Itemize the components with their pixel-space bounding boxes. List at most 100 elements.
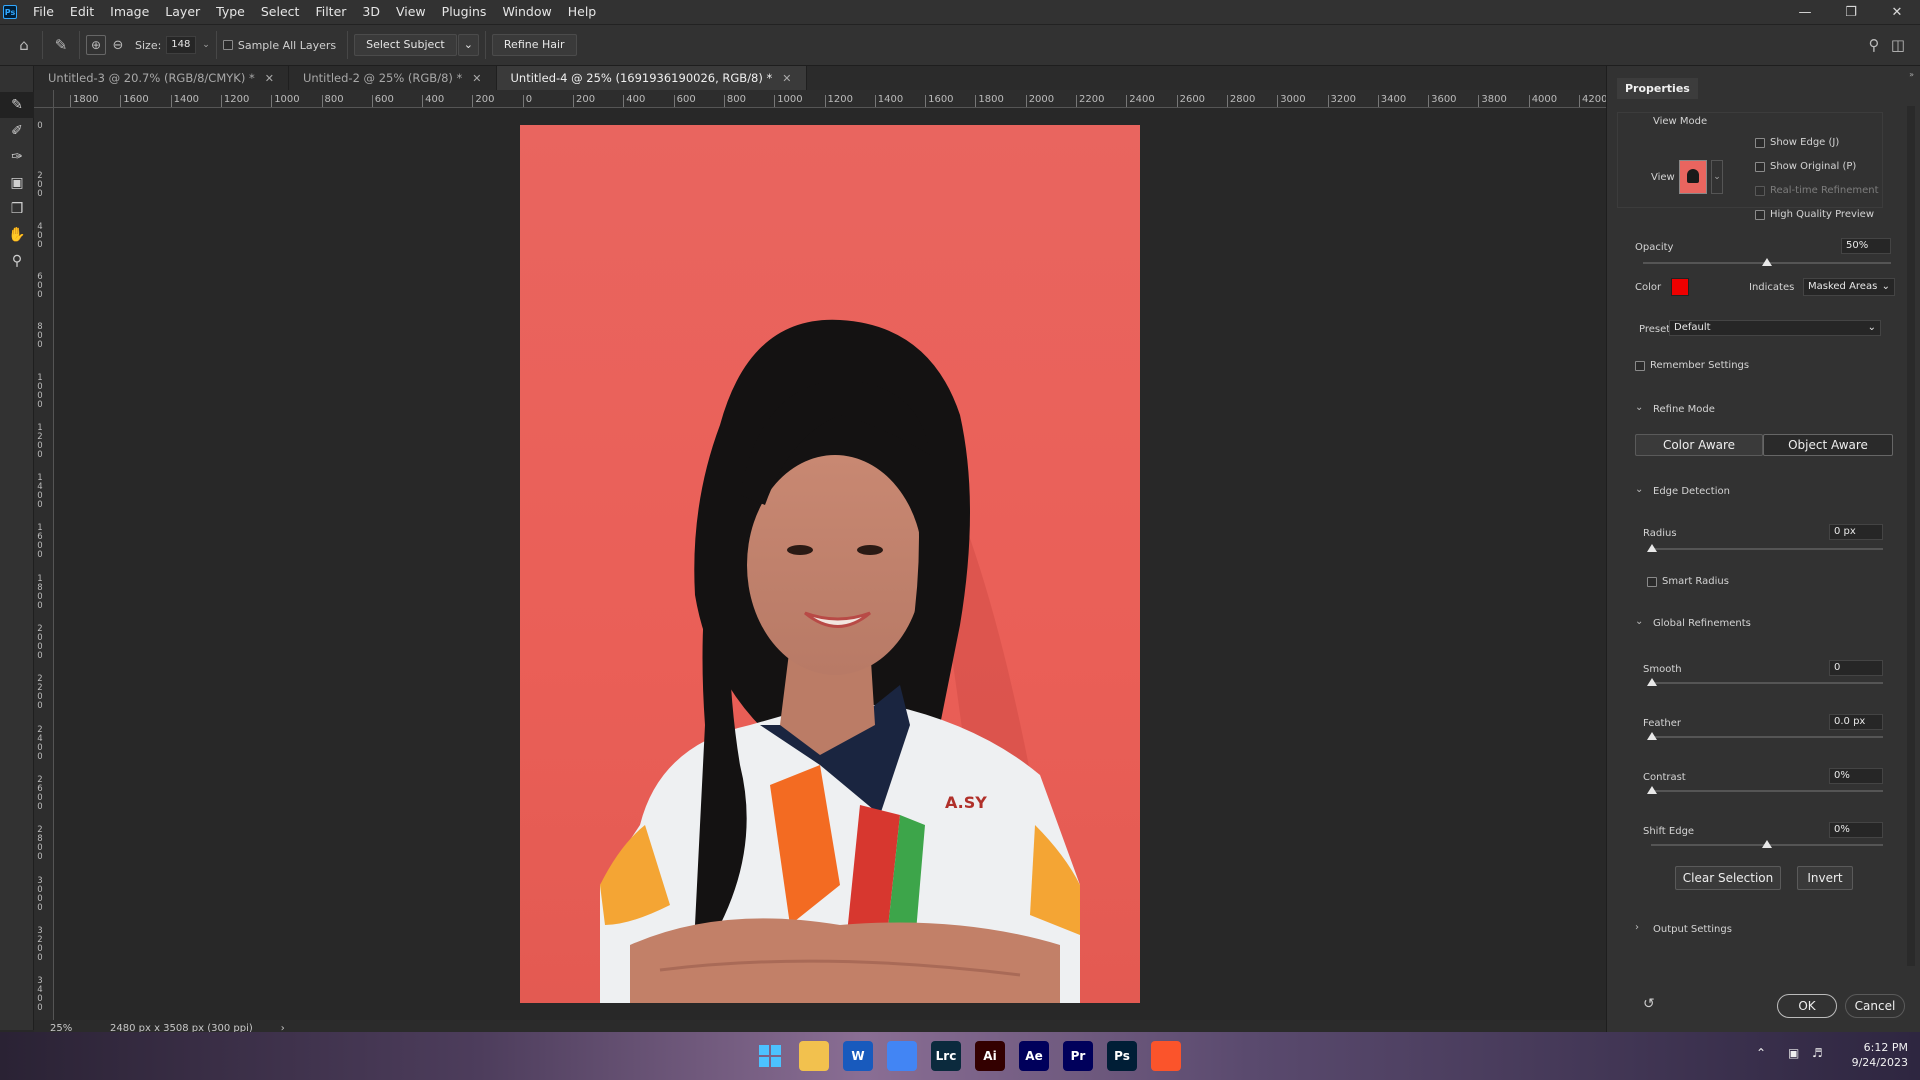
smart-radius-row[interactable]: Smart Radius	[1647, 576, 1729, 587]
show-edge-checkbox[interactable]	[1755, 137, 1765, 148]
feather-input[interactable]: 0.0 px	[1829, 714, 1883, 730]
color-aware-button[interactable]: Color Aware	[1635, 434, 1763, 456]
reset-icon[interactable]: ↺	[1643, 996, 1655, 1012]
smooth-input[interactable]: 0	[1829, 660, 1883, 676]
shift-edge-input[interactable]: 0%	[1829, 822, 1883, 838]
remember-row[interactable]: Remember Settings	[1635, 360, 1749, 371]
menu-type[interactable]: Type	[208, 0, 253, 24]
show-edge-row[interactable]: Show Edge (J)	[1755, 137, 1839, 148]
hand-tool-icon[interactable]: ✋	[0, 222, 34, 248]
tab-untitled-4[interactable]: Untitled-4 @ 25% (1691936190026, RGB/8) …	[496, 66, 807, 90]
menu-edit[interactable]: Edit	[62, 0, 102, 24]
object-selection-tool-icon[interactable]: ▣	[0, 170, 34, 196]
feather-slider-thumb[interactable]	[1647, 732, 1657, 740]
after-effects-icon[interactable]: Ae	[1019, 1041, 1049, 1071]
smooth-slider[interactable]	[1651, 682, 1883, 684]
menu-plugins[interactable]: Plugins	[434, 0, 495, 24]
show-original-checkbox[interactable]	[1755, 161, 1765, 172]
smart-radius-checkbox[interactable]	[1647, 576, 1657, 587]
size-input[interactable]: 148	[166, 36, 197, 54]
close-icon[interactable]: ✕	[782, 72, 791, 85]
contrast-slider-thumb[interactable]	[1647, 786, 1657, 794]
smooth-slider-thumb[interactable]	[1647, 678, 1657, 686]
add-to-selection-icon[interactable]: ⊕	[86, 35, 106, 55]
show-hidden-icons-icon[interactable]: ⌃	[1756, 1046, 1766, 1060]
close-button[interactable]: ✕	[1874, 0, 1920, 24]
clear-selection-button[interactable]: Clear Selection	[1675, 866, 1781, 890]
preset-dropdown[interactable]: Default ⌄	[1669, 320, 1881, 336]
workspace-icon[interactable]: ◫	[1886, 33, 1910, 57]
menu-help[interactable]: Help	[560, 0, 605, 24]
word-icon[interactable]: W	[843, 1041, 873, 1071]
cancel-button[interactable]: Cancel	[1845, 994, 1905, 1018]
start-windows-icon[interactable]	[755, 1041, 785, 1071]
indicates-dropdown[interactable]: Masked Areas ⌄	[1803, 278, 1895, 296]
invert-button[interactable]: Invert	[1797, 866, 1853, 890]
search-icon[interactable]: ⚲	[1862, 33, 1886, 57]
menu-select[interactable]: Select	[253, 0, 308, 24]
ok-button[interactable]: OK	[1777, 994, 1837, 1018]
chevron-down-icon[interactable]: ⌄	[202, 40, 210, 50]
select-subject-button[interactable]: Select Subject	[354, 34, 457, 56]
refine-hair-button[interactable]: Refine Hair	[491, 34, 577, 56]
show-original-row[interactable]: Show Original (P)	[1755, 161, 1856, 172]
contrast-input[interactable]: 0%	[1829, 768, 1883, 784]
tab-untitled-3[interactable]: Untitled-3 @ 20.7% (RGB/8/CMYK) * ✕	[34, 66, 289, 90]
premiere-icon[interactable]: Pr	[1063, 1041, 1093, 1071]
view-thumbnail[interactable]	[1679, 160, 1707, 194]
opacity-slider-thumb[interactable]	[1762, 258, 1772, 266]
home-icon[interactable]: ⌂	[12, 33, 36, 57]
clock[interactable]: 6:12 PM 9/24/2023	[1840, 1041, 1908, 1069]
contrast-slider[interactable]	[1651, 790, 1883, 792]
volume-icon[interactable]: ♬	[1812, 1046, 1823, 1060]
chevron-down-icon[interactable]: ⌄	[1635, 484, 1643, 495]
high-quality-row[interactable]: High Quality Preview	[1755, 209, 1874, 220]
document-photo[interactable]: A.SY	[520, 125, 1140, 1003]
menu-window[interactable]: Window	[494, 0, 559, 24]
lightroom-classic-icon[interactable]: Lrc	[931, 1041, 961, 1071]
panel-collapse-icon[interactable]: »	[1909, 70, 1914, 79]
feather-slider[interactable]	[1651, 736, 1883, 738]
tab-untitled-2[interactable]: Untitled-2 @ 25% (RGB/8) * ✕	[288, 66, 497, 90]
close-icon[interactable]: ✕	[472, 72, 481, 85]
shift-edge-slider-thumb[interactable]	[1762, 840, 1772, 848]
menu-view[interactable]: View	[388, 0, 434, 24]
radius-slider-thumb[interactable]	[1647, 544, 1657, 552]
photoshop-icon[interactable]: Ps	[1107, 1041, 1137, 1071]
brave-icon[interactable]	[1151, 1041, 1181, 1071]
chrome-icon[interactable]	[887, 1041, 917, 1071]
close-icon[interactable]: ✕	[265, 72, 274, 85]
minimize-button[interactable]: —	[1782, 0, 1828, 24]
chevron-down-icon[interactable]: ⌄	[1635, 402, 1643, 413]
radius-input[interactable]: 0 px	[1829, 524, 1883, 540]
panel-scrollbar[interactable]	[1907, 106, 1915, 966]
menu-image[interactable]: Image	[102, 0, 157, 24]
lasso-tool-icon[interactable]: ❒	[0, 196, 34, 222]
radius-slider[interactable]	[1651, 548, 1883, 550]
ruler-tick-label: 1200	[827, 94, 853, 105]
quick-selection-tool-icon[interactable]: ✎	[0, 92, 34, 118]
menu-3d[interactable]: 3D	[354, 0, 388, 24]
opacity-input[interactable]: 50%	[1841, 238, 1891, 254]
sample-all-layers-checkbox[interactable]	[222, 40, 233, 50]
chevron-down-icon[interactable]: ⌄	[1711, 160, 1723, 194]
zoom-tool-icon[interactable]: ⚲	[0, 248, 34, 274]
chevron-down-icon[interactable]: ⌄	[1635, 616, 1643, 627]
illustrator-icon[interactable]: Ai	[975, 1041, 1005, 1071]
menu-layer[interactable]: Layer	[157, 0, 208, 24]
high-quality-checkbox[interactable]	[1755, 209, 1765, 220]
object-aware-button[interactable]: Object Aware	[1763, 434, 1893, 456]
quick-selection-tool-icon[interactable]: ✎	[49, 33, 73, 57]
file-explorer-icon[interactable]	[799, 1041, 829, 1071]
restore-button[interactable]: ❐	[1828, 0, 1874, 24]
menu-file[interactable]: File	[25, 0, 62, 24]
color-swatch[interactable]	[1671, 278, 1689, 296]
network-icon[interactable]: ▣	[1788, 1046, 1799, 1060]
select-subject-dropdown[interactable]: ⌄	[457, 34, 479, 56]
menu-filter[interactable]: Filter	[307, 0, 354, 24]
refine-edge-brush-icon[interactable]: ✐	[0, 118, 34, 144]
brush-tool-icon[interactable]: ✑	[0, 144, 34, 170]
subtract-from-selection-icon[interactable]: ⊖	[106, 33, 130, 57]
chevron-right-icon[interactable]: ›	[1635, 922, 1639, 933]
remember-checkbox[interactable]	[1635, 360, 1645, 371]
